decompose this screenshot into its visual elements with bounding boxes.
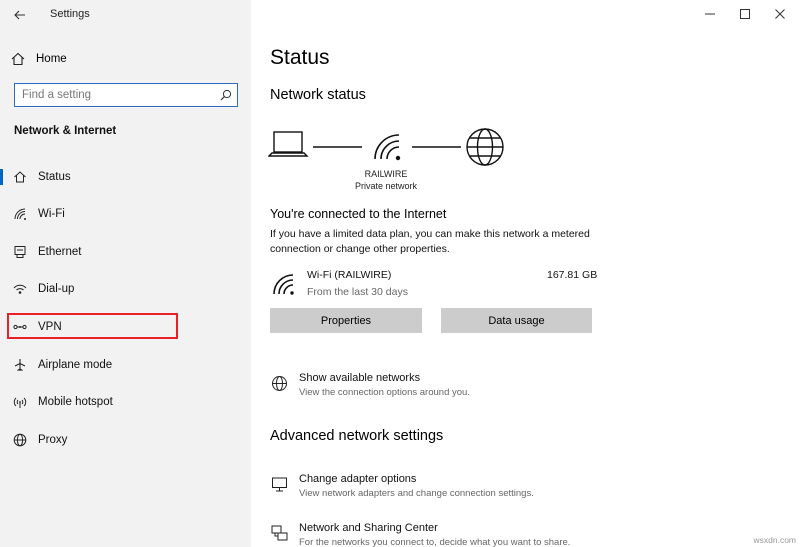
connected-description: If you have a limited data plan, you can…: [270, 228, 590, 255]
sidebar-item-mobile-hotspot[interactable]: Mobile hotspot: [0, 389, 251, 415]
close-icon: [775, 9, 785, 19]
home-label: Home: [36, 53, 67, 65]
back-button[interactable]: [9, 5, 31, 25]
sidebar-item-label: Dial-up: [38, 283, 75, 295]
sidebar-item-label: Mobile hotspot: [38, 396, 113, 408]
link-description: View the connection options around you.: [299, 387, 470, 398]
ethernet-icon: [13, 245, 27, 259]
vpn-icon: [13, 320, 27, 334]
sidebar-item-ethernet[interactable]: Ethernet: [0, 239, 251, 265]
minimize-button[interactable]: [695, 3, 725, 25]
home-icon: [11, 52, 25, 66]
section-title: Network & Internet: [14, 125, 117, 137]
network-label: RAILWIRE Private network: [336, 168, 436, 192]
home-nav-item[interactable]: Home: [10, 48, 67, 70]
search-box[interactable]: [14, 83, 238, 107]
wifi-data-usage: 167.81 GB: [547, 269, 598, 281]
connected-heading: You're connected to the Internet: [270, 207, 447, 221]
data-usage-button[interactable]: Data usage: [441, 308, 592, 333]
search-icon[interactable]: [219, 88, 233, 102]
link-title: Network and Sharing Center: [299, 522, 438, 534]
wifi-period: From the last 30 days: [307, 286, 408, 298]
watermark: wsxdn.com: [753, 535, 796, 545]
network-sharing-icon: [270, 524, 288, 542]
app-title: Settings: [50, 8, 90, 20]
sidebar-item-airplane-mode[interactable]: Airplane mode: [0, 352, 251, 378]
dialup-icon: [13, 282, 27, 296]
link-description: For the networks you connect to, decide …: [299, 537, 571, 547]
sidebar-item-wifi[interactable]: Wi-Fi: [0, 201, 251, 227]
wifi-icon: [273, 274, 294, 295]
sidebar-item-label: Airplane mode: [38, 359, 113, 371]
main-pane: Status Network status RAILWIRE Private n…: [251, 0, 800, 547]
sidebar-item-vpn[interactable]: VPN: [0, 314, 251, 340]
properties-button[interactable]: Properties: [270, 308, 422, 333]
advanced-settings-title: Advanced network settings: [270, 428, 444, 444]
wifi-icon: [13, 207, 27, 221]
page-title: Status: [270, 46, 330, 69]
internet-globe-icon: [466, 128, 504, 166]
network-sharing-center-link[interactable]: Network and Sharing Center For the netwo…: [270, 522, 670, 547]
link-description: View network adapters and change connect…: [299, 488, 534, 499]
maximize-button[interactable]: [730, 3, 760, 25]
sidebar-item-proxy[interactable]: Proxy: [0, 427, 251, 453]
show-available-networks-link[interactable]: Show available networks View the connect…: [270, 372, 670, 402]
globe-icon: [270, 374, 288, 392]
globe-icon: [13, 433, 27, 447]
sidebar-item-label: VPN: [38, 321, 62, 333]
close-button[interactable]: [765, 3, 795, 25]
sidebar: Settings Home Network & Internet Status …: [0, 0, 251, 547]
maximize-icon: [740, 9, 750, 19]
search-input[interactable]: [15, 85, 211, 105]
network-status-title: Network status: [270, 87, 366, 103]
status-home-icon: [13, 170, 27, 184]
change-adapter-options-link[interactable]: Change adapter options View network adap…: [270, 473, 670, 503]
sidebar-item-label: Ethernet: [38, 246, 82, 258]
hotspot-icon: [13, 395, 27, 409]
sidebar-item-dialup[interactable]: Dial-up: [0, 276, 251, 302]
wifi-network-name: Wi-Fi (RAILWIRE): [307, 269, 392, 281]
back-arrow-icon: [14, 10, 25, 20]
network-type: Private network: [354, 181, 418, 191]
link-title: Change adapter options: [299, 473, 417, 485]
network-name: RAILWIRE: [364, 169, 408, 179]
wifi-usage-row: Wi-Fi (RAILWIRE) From the last 30 days 1…: [270, 269, 600, 303]
laptop-icon: [268, 131, 309, 157]
link-title: Show available networks: [299, 372, 421, 384]
sidebar-item-label: Wi-Fi: [38, 208, 65, 220]
minimize-icon: [705, 13, 715, 15]
sidebar-item-status[interactable]: Status: [0, 164, 251, 190]
sidebar-item-label: Status: [38, 171, 71, 183]
wifi-signal-icon: [374, 134, 401, 161]
sidebar-item-label: Proxy: [38, 434, 68, 446]
monitor-icon: [270, 475, 288, 493]
airplane-icon: [13, 358, 27, 372]
